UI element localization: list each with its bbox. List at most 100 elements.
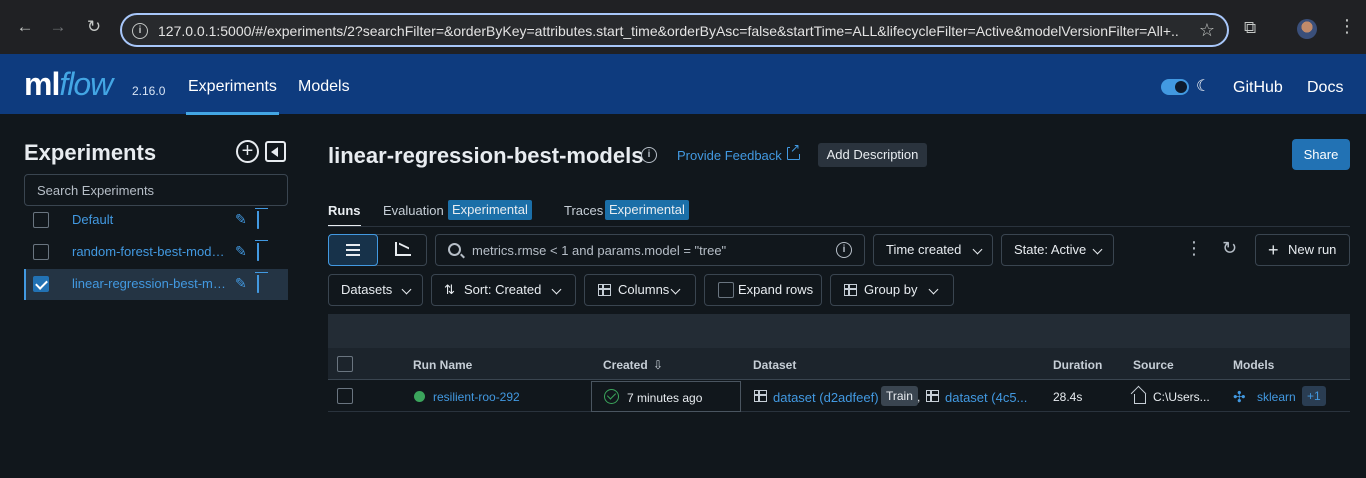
source-home-icon bbox=[1134, 394, 1146, 404]
list-icon bbox=[346, 244, 360, 256]
experiment-name[interactable]: linear-regression-best-models bbox=[72, 276, 226, 291]
chevron-down-icon bbox=[670, 284, 681, 295]
row-checkbox[interactable] bbox=[337, 388, 353, 404]
url-text[interactable]: 127.0.0.1:5000/#/experiments/2?searchFil… bbox=[158, 23, 1178, 39]
model-link[interactable]: sklearn bbox=[1257, 390, 1296, 404]
nav-experiments[interactable]: Experiments bbox=[186, 78, 279, 115]
app-header: mlflow 2.16.0 Experiments Models ☾ GitHu… bbox=[0, 54, 1366, 115]
info-icon[interactable]: i bbox=[641, 147, 657, 163]
experiment-checkbox[interactable] bbox=[33, 276, 49, 292]
experiment-checkbox[interactable] bbox=[33, 212, 49, 228]
bookmark-star-icon[interactable]: ☆ bbox=[1199, 20, 1215, 41]
new-run-label: New run bbox=[1288, 242, 1337, 257]
expand-rows-toggle[interactable]: Expand rows bbox=[704, 274, 822, 306]
sidebar-item-linear-regression[interactable]: linear-regression-best-models ✎ bbox=[24, 269, 288, 300]
experiment-checkbox[interactable] bbox=[33, 244, 49, 260]
column-header-models[interactable]: Models bbox=[1233, 358, 1274, 372]
search-icon bbox=[448, 243, 461, 256]
tab-runs[interactable]: Runs bbox=[328, 203, 361, 227]
tab-divider bbox=[328, 226, 1350, 227]
sidebar-item-random-forest[interactable]: random-forest-best-models ✎ bbox=[24, 237, 288, 268]
datasets-label: Datasets bbox=[341, 282, 393, 297]
plus-icon: + bbox=[1268, 240, 1279, 260]
table-row[interactable]: resilient-roo-292 7 minutes ago dataset … bbox=[328, 381, 1350, 412]
more-options-icon[interactable]: ⋮ bbox=[1185, 238, 1203, 259]
extensions-icon[interactable]: ⧉ bbox=[1244, 18, 1256, 38]
column-header-dataset[interactable]: Dataset bbox=[753, 358, 796, 372]
group-by-dropdown[interactable]: Group by bbox=[830, 274, 954, 306]
nav-models[interactable]: Models bbox=[298, 78, 350, 96]
source-value[interactable]: C:\Users... bbox=[1153, 390, 1210, 404]
logo-flow: flow bbox=[59, 66, 113, 102]
back-arrow-icon[interactable]: ← bbox=[16, 18, 34, 36]
run-status-dot bbox=[414, 391, 425, 402]
add-description-button[interactable]: Add Description bbox=[818, 143, 927, 167]
table-view-button[interactable] bbox=[328, 234, 378, 266]
column-header-source[interactable]: Source bbox=[1133, 358, 1174, 372]
edit-pencil-icon[interactable]: ✎ bbox=[235, 275, 247, 292]
mlflow-logo[interactable]: mlflow bbox=[24, 66, 113, 102]
trash-icon[interactable] bbox=[257, 243, 269, 261]
dataset-table-icon bbox=[926, 390, 939, 402]
time-created-label: Time created bbox=[886, 242, 962, 257]
search-info-icon[interactable]: i bbox=[836, 242, 852, 258]
trash-icon[interactable] bbox=[257, 211, 269, 229]
reload-icon[interactable]: ↻ bbox=[85, 18, 103, 36]
provide-feedback-link[interactable]: Provide Feedback bbox=[677, 148, 782, 163]
column-header-run-name[interactable]: Run Name bbox=[413, 358, 472, 372]
docs-link[interactable]: Docs bbox=[1307, 79, 1343, 97]
experimental-tag: Experimental bbox=[605, 200, 689, 220]
new-run-button[interactable]: + New run bbox=[1255, 234, 1350, 266]
sort-desc-icon[interactable]: ⇩ bbox=[653, 358, 663, 372]
address-bar[interactable]: i 127.0.0.1:5000/#/experiments/2?searchF… bbox=[120, 13, 1229, 47]
add-experiment-icon[interactable]: + bbox=[236, 140, 259, 163]
edit-pencil-icon[interactable]: ✎ bbox=[235, 211, 247, 228]
sort-dropdown[interactable]: ⇅ Sort: Created bbox=[431, 274, 576, 306]
table-group-header bbox=[328, 314, 1350, 348]
site-info-icon[interactable]: i bbox=[132, 23, 148, 39]
datasets-dropdown[interactable]: Datasets bbox=[328, 274, 423, 306]
sidebar-item-default[interactable]: Default ✎ bbox=[24, 205, 288, 236]
chevron-down-icon bbox=[1092, 244, 1103, 255]
run-name-link[interactable]: resilient-roo-292 bbox=[433, 390, 520, 404]
select-all-checkbox[interactable] bbox=[337, 356, 353, 372]
columns-dropdown[interactable]: Columns bbox=[584, 274, 696, 306]
created-cell[interactable]: 7 minutes ago bbox=[591, 381, 741, 412]
external-link-icon[interactable] bbox=[787, 142, 801, 160]
tab-traces[interactable]: Traces bbox=[564, 203, 603, 218]
more-models-badge[interactable]: +1 bbox=[1302, 386, 1326, 406]
success-check-icon bbox=[604, 389, 619, 404]
dark-mode-toggle[interactable] bbox=[1161, 79, 1189, 95]
experiment-name[interactable]: Default bbox=[72, 212, 226, 227]
profile-avatar[interactable] bbox=[1297, 19, 1317, 39]
experiment-name[interactable]: random-forest-best-models bbox=[72, 244, 226, 259]
experiment-search-input[interactable] bbox=[24, 174, 288, 206]
model-icon: ✣ bbox=[1233, 389, 1246, 406]
dataset-link[interactable]: dataset (4c5... bbox=[945, 390, 1027, 405]
chart-view-icon[interactable] bbox=[395, 242, 411, 256]
tab-evaluation[interactable]: Evaluation bbox=[383, 203, 444, 218]
chevron-down-icon bbox=[928, 284, 939, 295]
refresh-icon[interactable]: ↻ bbox=[1222, 238, 1237, 259]
columns-icon bbox=[598, 284, 611, 296]
table-header: Run Name Created ⇩ Dataset Duration Sour… bbox=[328, 348, 1350, 380]
expand-rows-checkbox[interactable] bbox=[718, 282, 734, 298]
group-by-icon bbox=[844, 284, 857, 296]
dataset-link[interactable]: dataset (d2adfeef) bbox=[773, 390, 879, 405]
logo-ml: ml bbox=[24, 66, 60, 102]
moon-icon: ☾ bbox=[1196, 78, 1211, 95]
share-button[interactable]: Share bbox=[1292, 139, 1350, 170]
state-dropdown[interactable]: State: Active bbox=[1001, 234, 1114, 266]
browser-menu-icon[interactable]: ⋮ bbox=[1338, 16, 1356, 37]
time-created-dropdown[interactable]: Time created bbox=[873, 234, 993, 266]
github-link[interactable]: GitHub bbox=[1233, 79, 1283, 97]
run-search-input[interactable] bbox=[472, 241, 822, 259]
column-header-duration[interactable]: Duration bbox=[1053, 358, 1102, 372]
trash-icon[interactable] bbox=[257, 275, 269, 293]
forward-arrow-icon[interactable]: → bbox=[49, 18, 67, 36]
edit-pencil-icon[interactable]: ✎ bbox=[235, 243, 247, 260]
sort-icon: ⇅ bbox=[444, 282, 455, 297]
collapse-sidebar-icon[interactable] bbox=[265, 141, 286, 162]
column-header-created[interactable]: Created bbox=[603, 358, 648, 372]
dataset-context-tag: Train bbox=[881, 386, 918, 406]
